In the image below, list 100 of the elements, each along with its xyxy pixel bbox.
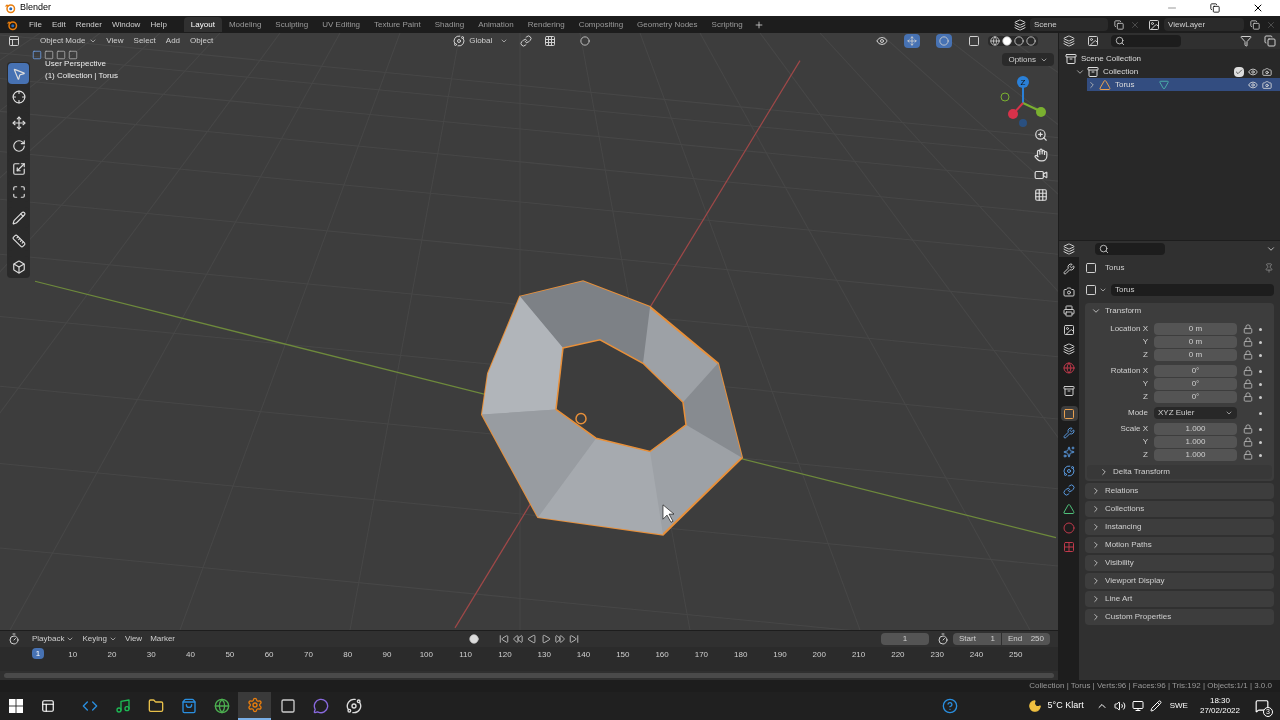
workspace-tab[interactable]: Modeling (221, 17, 269, 32)
property-label: Rotation X (1109, 365, 1149, 377)
property-label: Y (1141, 336, 1149, 348)
panel-title: Line Art (1105, 593, 1133, 605)
scene-field[interactable]: Scene (1030, 18, 1108, 31)
viewport-menu[interactable]: Add (160, 35, 186, 47)
object-name-field[interactable]: Torus (1111, 284, 1274, 296)
frame-number: 240 (968, 649, 985, 661)
property-label: Scale X (1119, 423, 1149, 435)
panel-header[interactable]: Viewport Display (1085, 573, 1274, 589)
weather-text[interactable]: 5°C Klart (1047, 699, 1084, 713)
outliner-row[interactable]: Collection (1075, 65, 1280, 78)
viewport-menu[interactable]: View (101, 35, 129, 47)
viewport-menu[interactable]: Object (185, 35, 219, 47)
number-field[interactable]: 0° (1154, 365, 1237, 377)
number-field[interactable]: 1.000 (1154, 436, 1237, 448)
workspace-tab[interactable]: Shading (427, 17, 472, 32)
object-title: Torus (1105, 262, 1125, 274)
number-field[interactable]: 0 m (1154, 323, 1237, 335)
panel-header[interactable]: Visibility (1085, 555, 1274, 571)
workspace-tab[interactable]: Texture Paint (367, 17, 428, 32)
frame-number: 70 (302, 649, 314, 661)
timeline-menu[interactable]: Playback (28, 633, 79, 645)
panel-header[interactable]: Custom Properties (1085, 609, 1274, 625)
panel-title: Instancing (1105, 521, 1142, 533)
outliner-label: Collection (1103, 65, 1139, 78)
workspace-tab[interactable]: Layout (183, 17, 222, 32)
workspace-tab[interactable]: Geometry Nodes (630, 17, 705, 32)
start-frame-field[interactable]: Start 1 (953, 633, 1001, 645)
workspace-tab[interactable]: Compositing (571, 17, 631, 32)
frame-number: 120 (497, 649, 513, 661)
timeline-menu[interactable]: Marker (146, 633, 180, 645)
panel-header[interactable]: Transform (1085, 303, 1274, 319)
frame-number: 80 (342, 649, 354, 661)
panel-header[interactable]: Relations (1085, 483, 1274, 499)
workspace-tab[interactable]: UV Editing (315, 17, 368, 32)
number-field[interactable]: 0° (1154, 391, 1237, 403)
panel-title: Collections (1105, 503, 1145, 515)
menu-item[interactable]: Edit (46, 18, 71, 31)
frame-number: 60 (263, 649, 275, 661)
workspace-tab[interactable]: Sculpting (268, 17, 316, 32)
frame-number: 150 (615, 649, 631, 661)
number-field[interactable]: 1.000 (1154, 449, 1237, 461)
menu-item[interactable]: Render (70, 18, 107, 31)
mode-dropdown[interactable]: Object Mode (36, 34, 102, 48)
viewport-menu[interactable]: Select (128, 35, 161, 47)
panel-title: Custom Properties (1105, 611, 1172, 623)
menu-item[interactable]: File (24, 18, 47, 31)
property-label: Mode (1127, 407, 1149, 419)
viewport-info-text: User Perspective (45, 58, 107, 70)
menu-item[interactable]: Window (106, 18, 146, 31)
orientation-dropdown[interactable]: Global (469, 35, 509, 47)
panel-header[interactable]: Instancing (1085, 519, 1274, 535)
viewport-info-text: (1) Collection | Torus (45, 70, 119, 82)
subpanel-header[interactable]: Delta Transform (1087, 465, 1272, 479)
workspace-tab[interactable]: Rendering (520, 17, 572, 32)
frame-number: 180 (733, 649, 749, 661)
end-frame-field[interactable]: End 250 (1002, 633, 1050, 645)
frame-number: 220 (890, 649, 906, 661)
view-layer-field[interactable]: ViewLayer (1164, 18, 1244, 31)
panel-title: Transform (1105, 305, 1142, 317)
outliner-row[interactable]: Torus (1087, 78, 1280, 91)
property-label: Location X (1109, 323, 1149, 335)
number-field[interactable]: 1.000 (1154, 423, 1237, 435)
panel-title: Relations (1105, 485, 1139, 497)
frame-number: 110 (458, 649, 473, 661)
workspace-tab[interactable]: Scripting (704, 17, 750, 32)
window-title: Blender (20, 1, 52, 15)
language-indicator[interactable]: SWE (1169, 700, 1188, 712)
workspace-tab[interactable]: Animation (471, 17, 521, 32)
frame-number: 130 (536, 649, 552, 661)
frame-number: 40 (185, 649, 196, 661)
panel-title: Visibility (1105, 557, 1134, 569)
frame-number: 90 (381, 649, 393, 661)
options-dropdown[interactable]: Options (1002, 53, 1054, 66)
frame-number: 210 (850, 649, 867, 661)
playhead[interactable]: 1 (32, 648, 44, 659)
panel-header[interactable]: Line Art (1085, 591, 1274, 607)
property-label: Z (1142, 391, 1149, 403)
outliner-row[interactable]: Scene Collection (1063, 52, 1280, 65)
frame-number: 30 (145, 649, 157, 661)
panel-title: Viewport Display (1105, 575, 1165, 587)
current-frame-field[interactable]: 1 (881, 633, 929, 645)
number-field[interactable]: 0° (1154, 378, 1237, 390)
panel-header[interactable]: Motion Paths (1085, 537, 1274, 553)
panel-header[interactable]: Collections (1085, 501, 1274, 517)
number-field[interactable]: 0 m (1154, 349, 1237, 361)
frame-number: 230 (929, 649, 945, 661)
clock[interactable]: 18:30 27/02/2022 (1199, 696, 1240, 716)
panel-title: Motion Paths (1105, 539, 1152, 551)
timeline-menu[interactable]: Keying (78, 633, 121, 645)
frame-number: 50 (224, 649, 236, 661)
menu-item[interactable]: Help (145, 18, 172, 31)
status-bar-text: Collection | Torus | Verts:96 | Faces:96 | Tris:192 | Objects:1/1 | 3.0.0 (1029, 680, 1272, 692)
mode-dropdown[interactable]: XYZ Euler (1154, 407, 1237, 419)
property-label: Z (1142, 449, 1149, 461)
timeline-menu[interactable]: View (120, 633, 147, 645)
frame-number: 100 (418, 649, 434, 661)
frame-number: 140 (575, 649, 592, 661)
number-field[interactable]: 0 m (1154, 336, 1237, 348)
